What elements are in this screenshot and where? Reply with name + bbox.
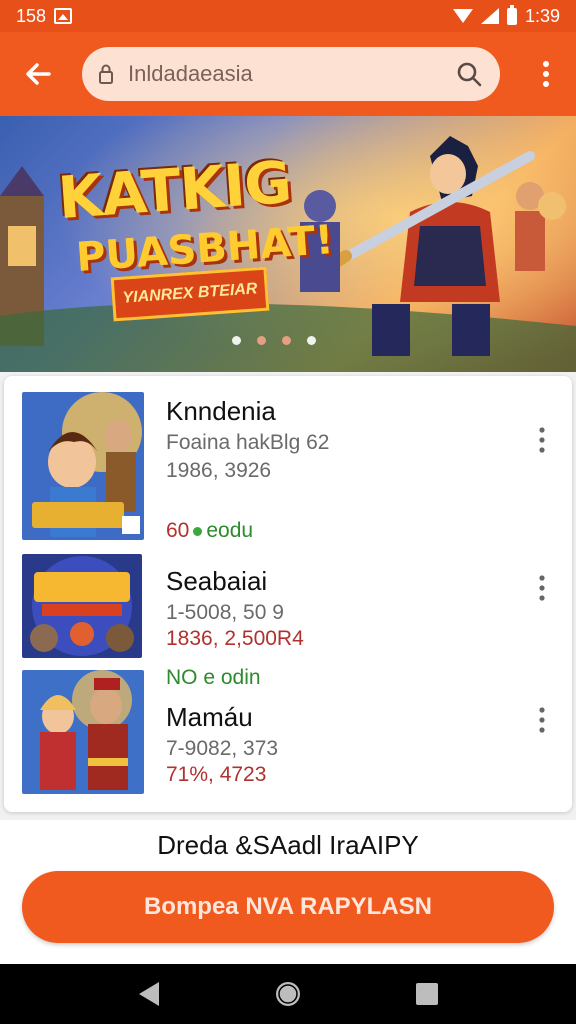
system-nav-bar <box>0 964 576 1024</box>
list-item[interactable]: Knndenia Foaina hakBlg 62 1986, 3926 60 … <box>4 376 572 546</box>
carousel-dot[interactable] <box>282 336 291 345</box>
app-screen: 158 1:39 Inldadaeasia KATKIG PUASBHAT! Y… <box>0 0 576 1024</box>
game-thumbnail[interactable] <box>22 554 142 658</box>
search-icon[interactable] <box>454 59 484 89</box>
search-bar[interactable]: Inldadaeasia <box>82 47 500 101</box>
item-badge: 60 eodu <box>166 519 329 543</box>
list-item[interactable]: Seabaiai 1-5008, 50 9 1836, 2,500R4 <box>4 552 572 664</box>
footer-caption: Dreda &SAadl IraAIPY <box>0 830 576 866</box>
item-menu-icon[interactable] <box>532 422 552 458</box>
item-title: Knndenia <box>166 396 276 426</box>
nav-back-icon[interactable] <box>129 974 169 1014</box>
nav-recents-icon[interactable] <box>407 974 447 1014</box>
status-time: 1:39 <box>524 5 560 26</box>
lock-icon <box>98 63 114 85</box>
back-arrow-icon[interactable] <box>12 48 64 100</box>
item-text: NO e odin Mamáu 7-9082, 373 71%, 4723 <box>166 666 278 787</box>
carousel-indicator[interactable] <box>232 336 316 345</box>
item-stats: 1836, 2,500R4 <box>166 627 304 650</box>
game-thumbnail[interactable] <box>22 670 144 794</box>
status-time-left: 158 <box>16 5 47 26</box>
primary-action-button[interactable]: Bompea NVA RAPYLASN <box>22 871 554 943</box>
status-dot-icon <box>193 526 203 536</box>
carousel-dot[interactable] <box>307 336 316 345</box>
item-title: Seabaiai <box>166 566 268 596</box>
item-badge-number: 60 <box>166 519 190 542</box>
item-menu-icon[interactable] <box>532 702 552 738</box>
item-meta: 7-9082, 373 <box>166 737 279 760</box>
item-badge: NO e odin <box>166 666 261 689</box>
overflow-menu-icon[interactable] <box>528 48 564 100</box>
nav-home-icon[interactable] <box>268 974 308 1014</box>
signal-icon <box>480 8 499 24</box>
item-stats: 71%, 4723 <box>166 763 267 786</box>
battery-icon <box>506 4 517 25</box>
item-stats: 1986, 3926 <box>166 459 272 482</box>
item-meta: Foaina hakBlg 62 <box>166 431 330 454</box>
item-menu-icon[interactable] <box>532 570 552 606</box>
promo-banner[interactable]: KATKIG PUASBHAT! YIANREX BTEIAR <box>0 116 576 372</box>
toolbar: Inldadaeasia <box>0 32 576 116</box>
game-thumbnail[interactable] <box>22 392 144 540</box>
carousel-dot[interactable] <box>257 336 266 345</box>
game-list: Knndenia Foaina hakBlg 62 1986, 3926 60 … <box>4 376 572 812</box>
item-badge-text: eodu <box>206 519 254 542</box>
notification-icon <box>54 8 73 24</box>
list-item[interactable]: NO e odin Mamáu 7-9082, 373 71%, 4723 <box>4 666 572 796</box>
item-text: Seabaiai 1-5008, 50 9 1836, 2,500R4 <box>166 566 304 651</box>
carousel-dot[interactable] <box>232 336 241 345</box>
status-left: 158 <box>16 5 73 27</box>
search-input[interactable]: Inldadaeasia <box>128 61 454 87</box>
status-right: 1:39 <box>452 4 560 27</box>
wifi-icon <box>452 9 473 23</box>
item-text: Knndenia Foaina hakBlg 62 1986, 3926 60 … <box>166 396 329 543</box>
status-bar: 158 1:39 <box>0 0 576 32</box>
item-meta: 1-5008, 50 9 <box>166 601 284 624</box>
item-title: Mamáu <box>166 702 253 732</box>
